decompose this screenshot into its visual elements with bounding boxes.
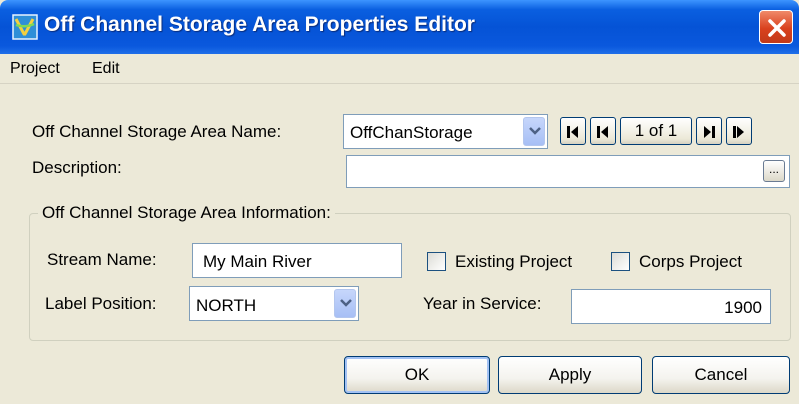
next-record-button[interactable] <box>696 117 722 145</box>
corps-project-label: Corps Project <box>639 252 742 271</box>
apply-button[interactable]: Apply <box>498 356 642 394</box>
last-record-button[interactable] <box>726 117 752 145</box>
close-button[interactable] <box>759 10 793 44</box>
record-counter: 1 of 1 <box>620 117 692 145</box>
stream-name-label: Stream Name: <box>47 250 157 269</box>
chevron-down-icon <box>529 127 541 135</box>
description-browse-button[interactable]: ... <box>763 160 785 182</box>
app-icon <box>12 14 38 40</box>
description-label: Description: <box>32 158 122 177</box>
label-position-value: NORTH <box>196 296 257 315</box>
storage-area-name-value: OffChanStorage <box>350 123 473 142</box>
menu-edit[interactable]: Edit <box>92 60 120 78</box>
next-record-icon <box>704 126 715 138</box>
existing-project-checkbox[interactable] <box>427 252 446 271</box>
close-icon <box>768 19 786 37</box>
group-title: Off Channel Storage Area Information: <box>38 203 335 223</box>
window-title: Off Channel Storage Area Properties Edit… <box>44 13 475 36</box>
storage-area-name-combo[interactable]: OffChanStorage <box>343 114 548 149</box>
existing-project-label: Existing Project <box>455 252 573 271</box>
label-position-label: Label Position: <box>45 294 157 313</box>
corps-project-checkbox[interactable] <box>611 252 630 271</box>
previous-record-button[interactable] <box>590 117 616 145</box>
storage-area-name-label: Off Channel Storage Area Name: <box>32 122 282 141</box>
ok-button[interactable]: OK <box>344 356 490 394</box>
properties-editor-window: Off Channel Storage Area Properties Edit… <box>0 0 799 404</box>
label-position-dropdown-button[interactable] <box>334 289 356 318</box>
year-in-service-input[interactable]: 1900 <box>571 289 771 324</box>
menu-bar: Project Edit <box>0 54 799 84</box>
cancel-button[interactable]: Cancel <box>652 356 790 394</box>
description-input[interactable]: ... <box>346 155 790 188</box>
first-record-button[interactable] <box>560 117 586 145</box>
menu-project[interactable]: Project <box>10 60 60 78</box>
first-record-icon <box>567 126 578 138</box>
stream-name-input[interactable]: My Main River <box>192 243 402 278</box>
last-record-icon <box>733 126 744 138</box>
chevron-down-icon <box>340 299 352 307</box>
year-in-service-label: Year in Service: <box>423 294 542 313</box>
label-position-combo[interactable]: NORTH <box>189 286 359 321</box>
title-bar[interactable]: Off Channel Storage Area Properties Edit… <box>0 0 799 54</box>
year-in-service-value: 1900 <box>724 298 762 317</box>
stream-name-value: My Main River <box>203 252 312 271</box>
storage-area-name-dropdown-button[interactable] <box>523 117 545 146</box>
previous-record-icon <box>597 126 608 138</box>
